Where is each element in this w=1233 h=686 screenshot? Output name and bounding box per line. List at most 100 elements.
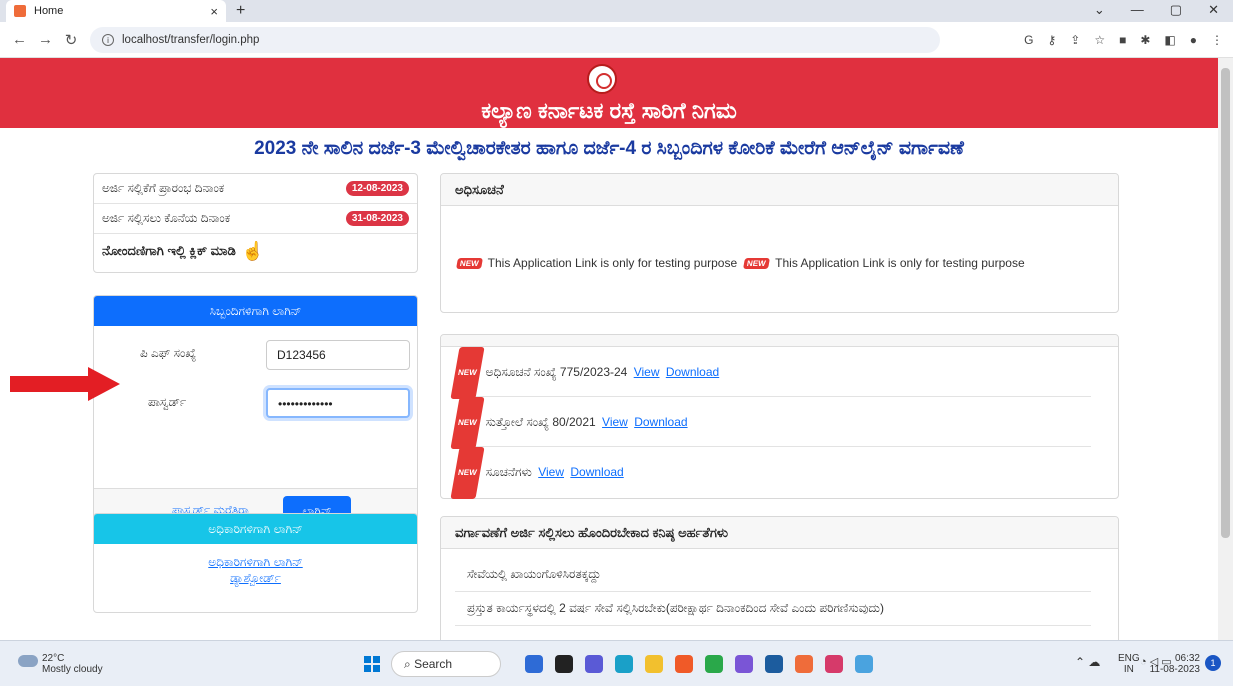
clock-time: 06:32 bbox=[1174, 653, 1200, 664]
browser-tab[interactable]: Home × bbox=[6, 0, 226, 22]
chrome-icon[interactable] bbox=[705, 655, 723, 673]
document-view-link[interactable]: View bbox=[634, 365, 660, 379]
end-date-badge: 31-08-2023 bbox=[345, 211, 409, 226]
dates-card: ಅರ್ಜಿ ಸಲ್ಲಿಕೆಗೆ ಪ್ರಾರಂಭ ದಿನಾಂಕ 12-08-202… bbox=[93, 173, 418, 273]
start-date-row: ಅರ್ಜಿ ಸಲ್ಲಿಕೆಗೆ ಪ್ರಾರಂಭ ದಿನಾಂಕ 12-08-202… bbox=[94, 174, 417, 204]
start-icon[interactable] bbox=[364, 656, 380, 672]
taskbar-app-icon[interactable] bbox=[795, 655, 813, 673]
weather-temp: 22°C bbox=[42, 653, 65, 664]
document-label: ಸುತ್ತೋಲೆ ಸಂಖ್ಯೆ 80/2021 bbox=[485, 415, 596, 430]
tray-icons[interactable]: ⌃ ☁ bbox=[1075, 656, 1100, 668]
document-row: NEW ಸುತ್ತೋಲೆ ಸಂಖ್ಯೆ 80/2021 View Download bbox=[450, 397, 1091, 449]
weather-desc: Mostly cloudy bbox=[42, 664, 103, 675]
windows-taskbar: 22°C Mostly cloudy ⌕ Search ⌃ ☁ ENG IN ◔… bbox=[0, 640, 1233, 686]
scrollbar-thumb[interactable] bbox=[1221, 68, 1230, 538]
firefox-icon[interactable] bbox=[675, 655, 693, 673]
header-banner: ಕಲ್ಯಾಣ ಕರ್ನಾಟಕ ರಸ್ತೆ ಸಾರಿಗೆ ನಿಗಮ bbox=[0, 58, 1218, 128]
new-tab-icon[interactable]: + bbox=[236, 2, 245, 20]
language-code: ENG bbox=[1118, 653, 1140, 664]
bookmark-star-icon[interactable]: ☆ bbox=[1094, 33, 1105, 47]
eligibility-title: ವರ್ಗಾವಣೆಗೆ ಅರ್ಜಿ ಸಲ್ಲಿಸಲು ಹೊಂದಿರಬೇಕಾದ ಕನ… bbox=[441, 517, 1118, 549]
pointing-hand-icon[interactable]: ☝ bbox=[242, 241, 264, 262]
google-icon[interactable]: G bbox=[1024, 33, 1033, 47]
tab-close-icon[interactable]: × bbox=[210, 4, 218, 19]
browser-tabbar: Home × + ⌄ — ▢ ✕ bbox=[0, 0, 1233, 22]
share-icon[interactable]: ⇪ bbox=[1070, 33, 1080, 47]
clock[interactable]: 06:32 11-08-2023 bbox=[1150, 653, 1200, 675]
officer-login-title: ಅಧಿಕಾರಿಗಳಿಗಾಗಿ ಲಾಗಿನ್ bbox=[94, 514, 417, 544]
forward-icon[interactable]: → bbox=[38, 31, 53, 48]
sidepanel-icon[interactable]: ◧ bbox=[1164, 33, 1175, 47]
cloud-icon bbox=[18, 655, 38, 667]
taskbar-app-icon[interactable] bbox=[735, 655, 753, 673]
dashboard-link[interactable]: ಡ್ಯಾಶ್ಬೋರ್ಡ್ bbox=[230, 571, 281, 585]
taskbar-app-icon[interactable] bbox=[855, 655, 873, 673]
tab-search-icon[interactable]: ⌄ bbox=[1094, 2, 1105, 18]
folder-icon[interactable] bbox=[645, 655, 663, 673]
register-label: ನೋಂದಣಿಗಾಗಿ ಇಲ್ಲಿ ಕ್ಲಿಕ್ ಮಾಡಿ bbox=[102, 243, 236, 258]
weather-widget[interactable]: 22°C Mostly cloudy bbox=[18, 653, 103, 675]
maximize-icon[interactable]: ▢ bbox=[1170, 2, 1182, 18]
language-indicator[interactable]: ENG IN bbox=[1118, 653, 1140, 675]
extension-icons: G ⚷ ⇪ ☆ ■ ✱ ◧ ● ⋮ bbox=[1024, 33, 1223, 47]
taskbar-search[interactable]: ⌕ Search bbox=[391, 651, 501, 677]
new-badge-icon: NEW bbox=[456, 258, 483, 270]
close-window-icon[interactable]: ✕ bbox=[1208, 2, 1219, 18]
start-date-label: ಅರ್ಜಿ ಸಲ್ಲಿಕೆಗೆ ಪ್ರಾರಂಭ ದಿನಾಂಕ bbox=[102, 181, 225, 195]
document-row: NEW ಸೂಚನೆಗಳು View Download bbox=[450, 447, 1091, 499]
document-download-link[interactable]: Download bbox=[634, 415, 687, 429]
site-favicon-icon bbox=[14, 5, 26, 17]
register-link[interactable]: ನೋಂದಣಿಗಾಗಿ ಇಲ್ಲಿ ಕ್ಲಿಕ್ ಮಾಡಿ ☝ bbox=[94, 234, 417, 268]
document-download-link[interactable]: Download bbox=[666, 365, 719, 379]
pf-number-input[interactable]: D123456 bbox=[266, 340, 410, 370]
url-field[interactable]: i localhost/transfer/login.php bbox=[90, 26, 940, 53]
notice-marquee: NEW This Application Link is only for tes… bbox=[456, 256, 1025, 270]
back-icon[interactable]: ← bbox=[12, 31, 27, 48]
document-download-link[interactable]: Download bbox=[570, 465, 623, 479]
menu-icon[interactable]: ⋮ bbox=[1211, 33, 1223, 47]
eligibility-card: ವರ್ಗಾವಣೆಗೆ ಅರ್ಜಿ ಸಲ್ಲಿಸಲು ಹೊಂದಿರಬೇಕಾದ ಕನ… bbox=[440, 516, 1119, 640]
document-label: ಸೂಚನೆಗಳು bbox=[485, 465, 532, 480]
officer-login-card: ಅಧಿಕಾರಿಗಳಿಗಾಗಿ ಲಾಗಿನ್ ಅಧಿಕಾರಿಗಳಿಗಾಗಿ ಲಾಗ… bbox=[93, 513, 418, 613]
start-date-badge: 12-08-2023 bbox=[345, 181, 409, 196]
staff-login-title: ಸಿಬ್ಬಂದಿಗಳಿಗಾಗಿ ಲಾಗಿನ್ bbox=[94, 296, 417, 326]
documents-card: NEW ಅಧಿಸೂಚನೆ ಸಂಖ್ಯೆ 775/2023-24 View Down… bbox=[440, 334, 1119, 499]
eligibility-item: ಸೇವೆಯಲ್ಲಿ ಖಾಯಂಗೊಳಿಸಿರತಕ್ಕದ್ದು bbox=[467, 567, 601, 581]
end-date-label: ಅರ್ಜಿ ಸಲ್ಲಿಸಲು ಕೊನೆಯ ದಿನಾಂಕ bbox=[102, 211, 231, 225]
reload-icon[interactable]: ↻ bbox=[64, 31, 78, 49]
taskbar-app-icon[interactable] bbox=[765, 655, 783, 673]
taskbar-app-icon[interactable] bbox=[555, 655, 573, 673]
arrow-pointer-icon bbox=[10, 367, 120, 401]
site-info-icon[interactable]: i bbox=[102, 33, 114, 46]
notice-title: ಅಧಿಸೂಚನೆ bbox=[441, 174, 1118, 206]
page-viewport: ಕಲ್ಯಾಣ ಕರ್ನಾಟಕ ರಸ್ತೆ ಸಾರಿಗೆ ನಿಗಮ 2023 ನೇ… bbox=[0, 58, 1218, 640]
document-label: ಅಧಿಸೂಚನೆ ಸಂಖ್ಯೆ 775/2023-24 bbox=[485, 365, 628, 380]
new-badge-icon: NEW bbox=[450, 397, 485, 449]
key-icon[interactable]: ⚷ bbox=[1047, 33, 1056, 47]
emblem-logo bbox=[587, 64, 617, 94]
notice-card: ಅಧಿಸೂಚನೆ NEW This Application Link is onl… bbox=[440, 173, 1119, 313]
password-label: ಪಾಸ್ವರ್ಡ್ bbox=[148, 395, 187, 409]
extension-icon[interactable]: ■ bbox=[1119, 33, 1126, 47]
taskbar-app-icon[interactable] bbox=[525, 655, 543, 673]
notice-message: This Application Link is only for testin… bbox=[775, 256, 1025, 270]
officer-login-link[interactable]: ಅಧಿಕಾರಿಗಳಿಗಾಗಿ ಲಾಗಿನ್ bbox=[208, 555, 302, 569]
taskbar-app-icon[interactable] bbox=[585, 655, 603, 673]
page-scrollbar[interactable] bbox=[1218, 58, 1233, 640]
minimize-icon[interactable]: — bbox=[1131, 2, 1144, 18]
puzzle-icon[interactable]: ✱ bbox=[1140, 33, 1150, 47]
notification-count[interactable]: 1 bbox=[1205, 655, 1221, 671]
staff-login-card: ಸಿಬ್ಬಂದಿಗಳಿಗಾಗಿ ಲಾಗಿನ್ ಪಿ ಎಫ್ ಸಂಖ್ಯೆ D12… bbox=[93, 295, 418, 533]
tab-title: Home bbox=[34, 5, 64, 17]
page-subtitle: 2023 ನೇ ಸಾಲಿನ ದರ್ಜೆ-3 ಮೇಲ್ವಿಚಾರಕೇತರ ಹಾಗೂ… bbox=[254, 138, 964, 159]
address-bar: ← → ↻ i localhost/transfer/login.php G ⚷… bbox=[0, 22, 1233, 58]
pf-number-label: ಪಿ ಎಫ್ ಸಂಖ್ಯೆ bbox=[140, 346, 197, 360]
document-view-link[interactable]: View bbox=[538, 465, 564, 479]
end-date-row: ಅರ್ಜಿ ಸಲ್ಲಿಸಲು ಕೊನೆಯ ದಿನಾಂಕ 31-08-2023 bbox=[94, 204, 417, 234]
document-view-link[interactable]: View bbox=[602, 415, 628, 429]
password-input[interactable]: ••••••••••••• bbox=[266, 388, 410, 418]
eligibility-item: ಪ್ರಸ್ತುತ ಕಾರ್ಯಸ್ಥಳದಲ್ಲಿ 2 ವರ್ಷ ಸೇವೆ ಸಲ್ಲ… bbox=[467, 601, 884, 615]
profile-icon[interactable]: ● bbox=[1190, 33, 1197, 47]
taskbar-app-icon[interactable] bbox=[825, 655, 843, 673]
taskbar-app-icon[interactable] bbox=[615, 655, 633, 673]
